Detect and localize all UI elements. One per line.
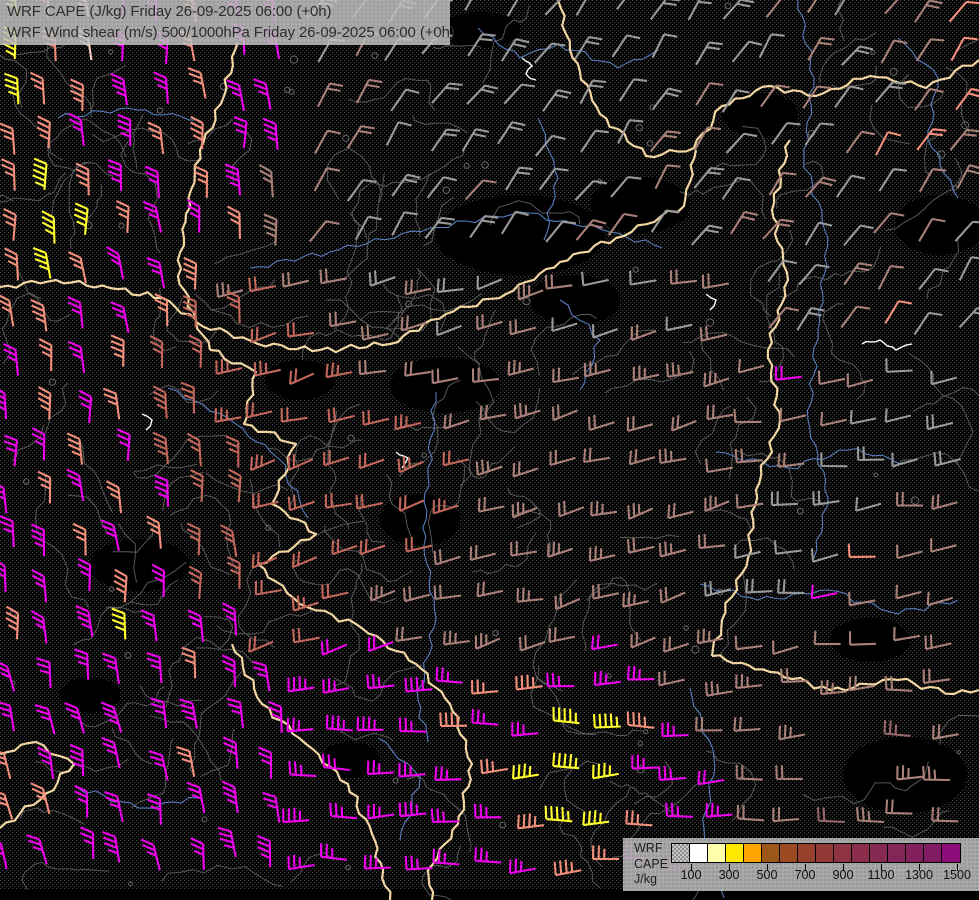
- legend-cell-15: [942, 844, 960, 862]
- legend-tick: [690, 864, 692, 871]
- legend-tick: [842, 864, 844, 871]
- legend-cell-6: [780, 844, 798, 862]
- legend-title: WRF CAPE J/kg: [634, 841, 668, 888]
- legend-cell-11: [870, 844, 888, 862]
- legend-cell-8: [816, 844, 834, 862]
- legend-title-model: WRF: [634, 841, 663, 855]
- legend-cell-2: [708, 844, 726, 862]
- legend-cell-5: [762, 844, 780, 862]
- title-line-shear: WRF Wind shear (m/s) 500/1000hPa Friday …: [7, 23, 455, 41]
- weather-map-svg: [0, 0, 979, 900]
- legend-colorbar: [671, 843, 961, 863]
- legend-tick: [956, 864, 958, 871]
- map-title-overlay: WRF CAPE (J/kg) Friday 26-09-2025 06:00 …: [0, 0, 455, 45]
- legend-cell-13: [906, 844, 924, 862]
- legend-title-variable: CAPE: [634, 856, 669, 871]
- legend-cell-0: [672, 844, 690, 862]
- legend-cell-10: [852, 844, 870, 862]
- legend-cell-9: [834, 844, 852, 862]
- legend-tick: [880, 864, 882, 871]
- legend-tick: [918, 864, 920, 871]
- wrf-map-viewer: WRF CAPE (J/kg) Friday 26-09-2025 06:00 …: [0, 0, 979, 900]
- legend-cell-3: [726, 844, 744, 862]
- title-line-cape: WRF CAPE (J/kg) Friday 26-09-2025 06:00 …: [7, 3, 332, 20]
- legend-title-unit: J/kg: [634, 872, 657, 886]
- cape-legend: WRF CAPE J/kg 100 300 500 700 900 1100 1300 150…: [623, 838, 979, 891]
- legend-cell-14: [924, 844, 942, 862]
- legend-cell-4: [744, 844, 762, 862]
- legend-cell-12: [888, 844, 906, 862]
- legend-cell-1: [690, 844, 708, 862]
- legend-tick: [804, 864, 806, 871]
- legend-tick: [728, 864, 730, 871]
- legend-tick: [766, 864, 768, 871]
- legend-cell-7: [798, 844, 816, 862]
